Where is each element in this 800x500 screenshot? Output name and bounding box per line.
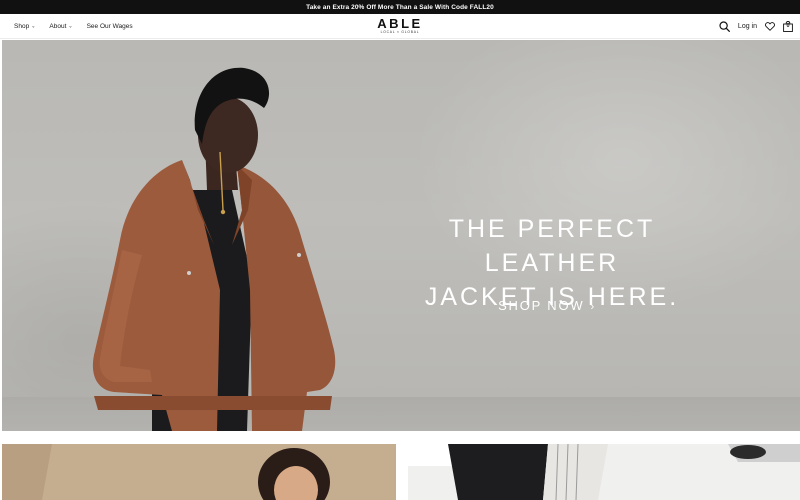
site-logo[interactable]: ABLE LOCAL × GLOBAL (0, 17, 800, 35)
shop-now-link[interactable]: SHOP NOW › (382, 298, 712, 313)
tile-left-photo (2, 444, 396, 500)
logo-wordmark: ABLE (377, 16, 423, 31)
heart-icon[interactable] (765, 22, 775, 31)
model-photo (92, 67, 336, 431)
shop-now-label: SHOP NOW (498, 298, 585, 313)
promo-text[interactable]: Take an Extra 20% Off More Than a Sale W… (306, 4, 494, 11)
chevron-right-icon: › (590, 301, 596, 313)
hero-banner[interactable]: THE PERFECT LEATHER JACKET IS HERE. SHOP… (2, 40, 800, 431)
tile-right-photo (408, 444, 800, 500)
bag-icon[interactable]: 0 (783, 21, 793, 32)
search-icon[interactable] (719, 21, 730, 32)
logo-tagline: LOCAL × GLOBAL (380, 30, 420, 34)
bag-count: 0 (786, 23, 790, 29)
promo-tile-right[interactable] (408, 444, 800, 500)
site-header: Shop ⌄ About ⌄ See Our Wages ABLE LOCAL … (0, 14, 800, 39)
hero-headline-line1: THE PERFECT LEATHER (448, 215, 656, 277)
utility-nav: Log in 0 (719, 14, 793, 39)
promo-bar[interactable]: Take an Extra 20% Off More Than a Sale W… (0, 0, 800, 14)
login-link[interactable]: Log in (738, 23, 757, 30)
promo-tile-left[interactable] (2, 444, 396, 500)
